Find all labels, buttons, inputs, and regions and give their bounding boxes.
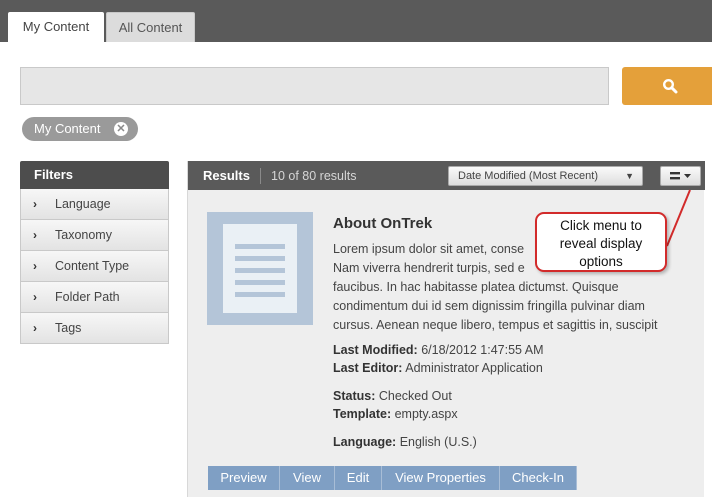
callout-text-line: reveal display <box>559 236 643 251</box>
last-modified: Last Modified: 6/18/2012 1:47:55 AM <box>333 343 544 357</box>
description-line: faucibus. In hac habitasse platea dictum… <box>333 280 619 294</box>
filter-item-tags[interactable]: › Tags <box>20 313 169 344</box>
chevron-right-icon: › <box>33 290 37 304</box>
top-tab-bar: My Content All Content <box>0 0 712 42</box>
chevron-right-icon: › <box>33 259 37 273</box>
sort-selected-value: Date Modified (Most Recent) <box>458 170 598 182</box>
results-count: 10 of 80 results <box>271 169 357 183</box>
filter-item-label: Tags <box>55 321 82 335</box>
action-button-bar: Preview View Edit View Properties Check-… <box>208 466 577 490</box>
display-options-button[interactable] <box>660 166 701 186</box>
template: Template: empty.aspx <box>333 407 458 421</box>
last-editor: Last Editor: Administrator Application <box>333 361 543 375</box>
search-input[interactable] <box>20 67 609 105</box>
chevron-right-icon: › <box>33 228 37 242</box>
last-editor-value: Administrator Application <box>405 361 543 375</box>
tab-all-content[interactable]: All Content <box>106 12 195 42</box>
filter-item-label: Taxonomy <box>55 228 112 242</box>
list-view-icon <box>670 172 691 180</box>
status: Status: Checked Out <box>333 389 452 403</box>
preview-button[interactable]: Preview <box>208 466 280 490</box>
results-header: Results 10 of 80 results Date Modified (… <box>188 161 705 190</box>
last-modified-label: Last Modified: <box>333 343 418 357</box>
chevron-right-icon: › <box>33 321 37 335</box>
document-page <box>223 224 297 313</box>
divider <box>260 168 261 184</box>
chevron-right-icon: › <box>33 197 37 211</box>
close-icon[interactable]: ✕ <box>114 122 128 136</box>
chip-label: My Content <box>34 121 101 136</box>
document-line <box>235 256 285 261</box>
filter-item-label: Folder Path <box>55 290 120 304</box>
language-value: English (U.S.) <box>399 435 477 449</box>
callout-text-line: options <box>579 254 623 269</box>
filter-item-label: Language <box>55 197 111 211</box>
last-modified-value: 6/18/2012 1:47:55 AM <box>421 343 544 357</box>
callout-annotation: Click menu to reveal display options <box>535 212 667 272</box>
view-properties-button[interactable]: View Properties <box>382 466 500 490</box>
active-filter-chip: My Content ✕ <box>22 117 138 141</box>
filter-item-language[interactable]: › Language <box>20 189 169 220</box>
search-icon <box>662 78 678 94</box>
description-line: cursus. Aenean neque libero, tempus et s… <box>333 318 658 332</box>
results-title: Results <box>203 168 250 183</box>
document-line <box>235 268 285 273</box>
search-button[interactable] <box>622 67 712 105</box>
language-label: Language: <box>333 435 397 449</box>
filter-item-taxonomy[interactable]: › Taxonomy <box>20 220 169 251</box>
document-line <box>235 292 285 297</box>
filter-item-content-type[interactable]: › Content Type <box>20 251 169 282</box>
view-button[interactable]: View <box>280 466 335 490</box>
language: Language: English (U.S.) <box>333 435 477 449</box>
template-value: empty.aspx <box>394 407 458 421</box>
filters-title: Filters <box>20 161 169 189</box>
document-line <box>235 280 285 285</box>
sort-select[interactable]: Date Modified (Most Recent) ▼ <box>448 166 643 186</box>
filters-panel: Filters › Language › Taxonomy › Content … <box>20 161 169 344</box>
item-title[interactable]: About OnTrek <box>333 215 432 232</box>
check-in-button[interactable]: Check-In <box>500 466 577 490</box>
status-label: Status: <box>333 389 376 403</box>
caret-down-icon: ▼ <box>625 171 634 181</box>
edit-button[interactable]: Edit <box>335 466 382 490</box>
callout-text-line: Click menu to <box>560 218 642 233</box>
description-line: condimentum dui id sem dignissim fringil… <box>333 299 645 313</box>
filter-item-label: Content Type <box>55 259 130 273</box>
status-value: Checked Out <box>378 389 452 403</box>
template-label: Template: <box>333 407 392 421</box>
last-editor-label: Last Editor: <box>333 361 403 375</box>
tab-my-content[interactable]: My Content <box>8 12 104 42</box>
filter-item-folder-path[interactable]: › Folder Path <box>20 282 169 313</box>
document-icon <box>207 212 313 325</box>
document-line <box>235 244 285 249</box>
